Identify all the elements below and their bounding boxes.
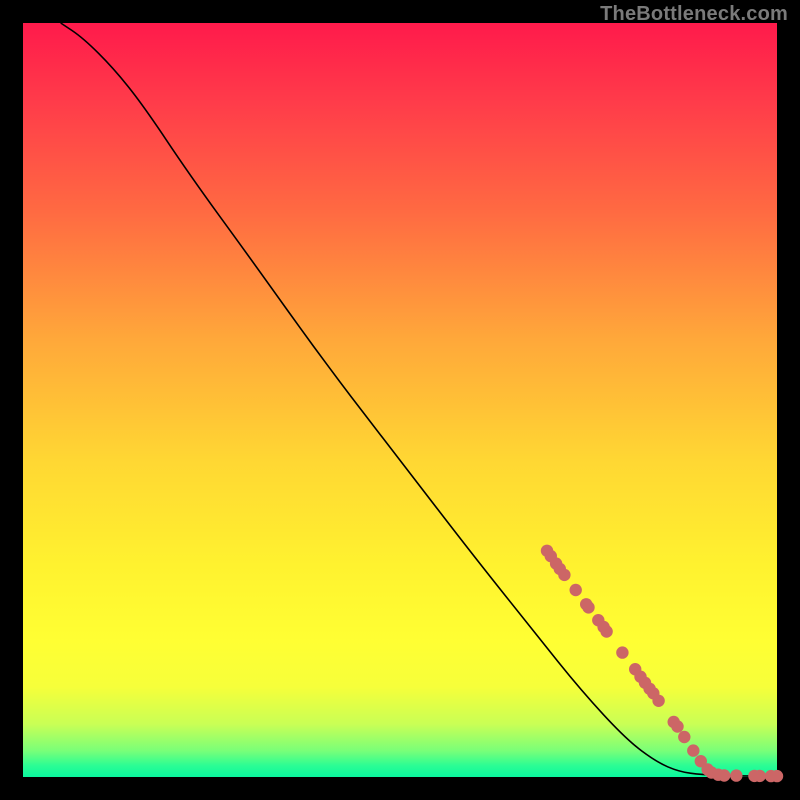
data-point <box>558 569 570 581</box>
plot-area <box>23 23 777 777</box>
data-point <box>754 770 766 782</box>
watermark-text: TheBottleneck.com <box>600 3 788 26</box>
data-point <box>771 770 783 782</box>
data-point <box>600 625 612 637</box>
data-point <box>616 646 628 658</box>
data-point <box>570 584 582 596</box>
chart-svg <box>23 23 777 777</box>
chart-frame: TheBottleneck.com <box>0 0 800 800</box>
data-point <box>687 744 699 756</box>
data-point <box>582 601 594 613</box>
data-point <box>730 769 742 781</box>
data-points <box>541 545 783 783</box>
data-point <box>652 695 664 707</box>
data-point <box>678 731 690 743</box>
data-point <box>671 720 683 732</box>
bottleneck-curve <box>61 23 777 776</box>
data-point <box>718 769 730 781</box>
